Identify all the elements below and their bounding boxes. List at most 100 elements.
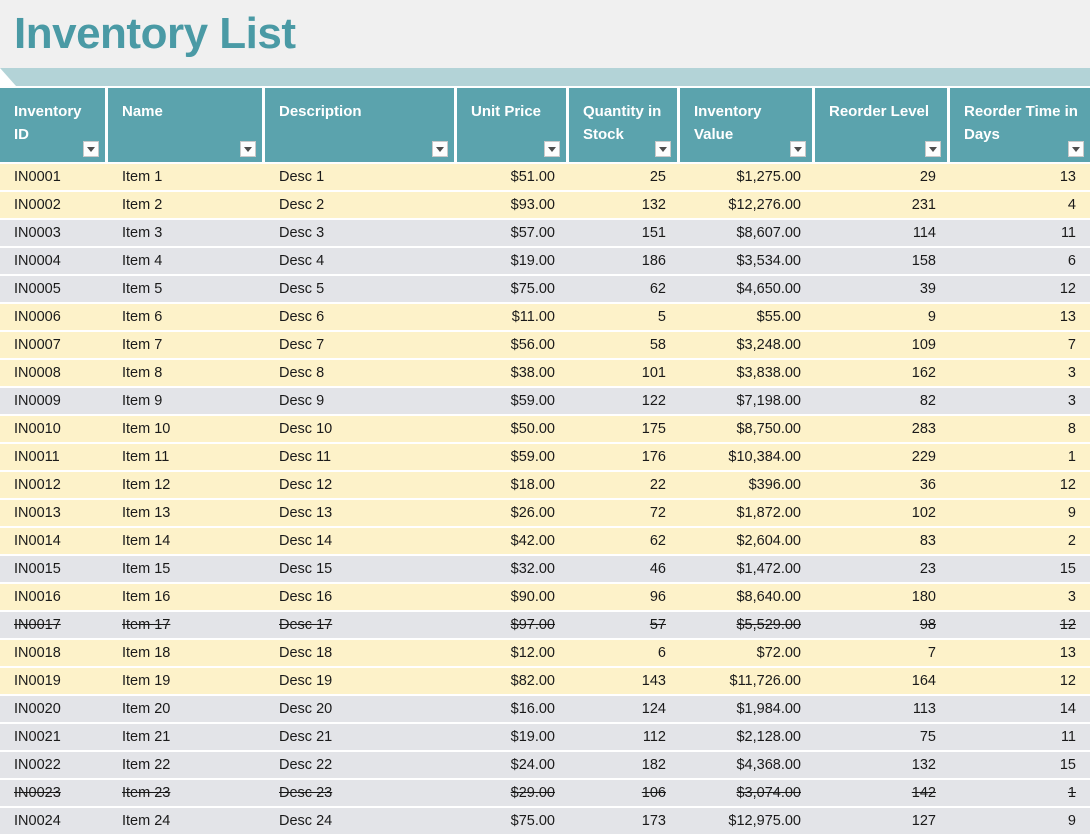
cell-reorder-days[interactable]: 12	[950, 276, 1090, 304]
table-row[interactable]: IN0019Item 19Desc 19$82.00143$11,726.001…	[0, 668, 1090, 696]
cell-unit-price[interactable]: $11.00	[457, 304, 569, 332]
cell-description[interactable]: Desc 21	[265, 724, 457, 752]
table-row[interactable]: IN0011Item 11Desc 11$59.00176$10,384.002…	[0, 444, 1090, 472]
cell-unit-price[interactable]: $26.00	[457, 500, 569, 528]
cell-inventory-value[interactable]: $396.00	[680, 472, 815, 500]
cell-description[interactable]: Desc 4	[265, 248, 457, 276]
cell-reorder-level[interactable]: 180	[815, 584, 950, 612]
column-header-reorder-days[interactable]: Reorder Time in Days	[950, 88, 1090, 164]
table-row[interactable]: IN0021Item 21Desc 21$19.00112$2,128.0075…	[0, 724, 1090, 752]
cell-quantity[interactable]: 72	[569, 500, 680, 528]
cell-inventory-value[interactable]: $1,275.00	[680, 164, 815, 192]
cell-quantity[interactable]: 46	[569, 556, 680, 584]
cell-quantity[interactable]: 112	[569, 724, 680, 752]
cell-unit-price[interactable]: $38.00	[457, 360, 569, 388]
column-header-unit-price[interactable]: Unit Price	[457, 88, 569, 164]
cell-quantity[interactable]: 151	[569, 220, 680, 248]
cell-description[interactable]: Desc 17	[265, 612, 457, 640]
cell-unit-price[interactable]: $82.00	[457, 668, 569, 696]
cell-reorder-days[interactable]: 12	[950, 472, 1090, 500]
cell-inventory-value[interactable]: $3,838.00	[680, 360, 815, 388]
cell-description[interactable]: Desc 15	[265, 556, 457, 584]
cell-quantity[interactable]: 106	[569, 780, 680, 808]
cell-inventory-value[interactable]: $4,650.00	[680, 276, 815, 304]
cell-inventory-value[interactable]: $1,472.00	[680, 556, 815, 584]
table-row[interactable]: IN0014Item 14Desc 14$42.0062$2,604.00832	[0, 528, 1090, 556]
cell-reorder-days[interactable]: 13	[950, 164, 1090, 192]
cell-name[interactable]: Item 22	[108, 752, 265, 780]
cell-inventory-value[interactable]: $4,368.00	[680, 752, 815, 780]
cell-inventory-id[interactable]: IN0023	[0, 780, 108, 808]
filter-chevron-down-icon[interactable]	[655, 141, 671, 157]
cell-inventory-id[interactable]: IN0018	[0, 640, 108, 668]
cell-description[interactable]: Desc 18	[265, 640, 457, 668]
cell-reorder-level[interactable]: 162	[815, 360, 950, 388]
cell-quantity[interactable]: 58	[569, 332, 680, 360]
cell-description[interactable]: Desc 6	[265, 304, 457, 332]
cell-quantity[interactable]: 173	[569, 808, 680, 836]
cell-quantity[interactable]: 175	[569, 416, 680, 444]
cell-reorder-days[interactable]: 11	[950, 220, 1090, 248]
table-row[interactable]: IN0009Item 9Desc 9$59.00122$7,198.00823	[0, 388, 1090, 416]
cell-inventory-value[interactable]: $2,128.00	[680, 724, 815, 752]
cell-reorder-days[interactable]: 1	[950, 444, 1090, 472]
cell-description[interactable]: Desc 5	[265, 276, 457, 304]
cell-unit-price[interactable]: $32.00	[457, 556, 569, 584]
cell-reorder-level[interactable]: 113	[815, 696, 950, 724]
cell-quantity[interactable]: 176	[569, 444, 680, 472]
table-row[interactable]: IN0006Item 6Desc 6$11.005$55.00913	[0, 304, 1090, 332]
cell-inventory-id[interactable]: IN0005	[0, 276, 108, 304]
cell-description[interactable]: Desc 14	[265, 528, 457, 556]
table-row[interactable]: IN0007Item 7Desc 7$56.0058$3,248.001097	[0, 332, 1090, 360]
cell-reorder-days[interactable]: 8	[950, 416, 1090, 444]
cell-description[interactable]: Desc 11	[265, 444, 457, 472]
cell-inventory-value[interactable]: $8,607.00	[680, 220, 815, 248]
cell-inventory-value[interactable]: $55.00	[680, 304, 815, 332]
filter-chevron-down-icon[interactable]	[83, 141, 99, 157]
cell-reorder-days[interactable]: 14	[950, 696, 1090, 724]
cell-description[interactable]: Desc 20	[265, 696, 457, 724]
cell-quantity[interactable]: 124	[569, 696, 680, 724]
cell-quantity[interactable]: 122	[569, 388, 680, 416]
cell-inventory-value[interactable]: $10,384.00	[680, 444, 815, 472]
cell-description[interactable]: Desc 2	[265, 192, 457, 220]
cell-inventory-id[interactable]: IN0002	[0, 192, 108, 220]
cell-reorder-level[interactable]: 82	[815, 388, 950, 416]
cell-quantity[interactable]: 186	[569, 248, 680, 276]
cell-inventory-value[interactable]: $3,074.00	[680, 780, 815, 808]
cell-unit-price[interactable]: $42.00	[457, 528, 569, 556]
cell-reorder-days[interactable]: 3	[950, 360, 1090, 388]
cell-name[interactable]: Item 7	[108, 332, 265, 360]
cell-reorder-level[interactable]: 231	[815, 192, 950, 220]
cell-reorder-days[interactable]: 4	[950, 192, 1090, 220]
cell-inventory-id[interactable]: IN0014	[0, 528, 108, 556]
cell-unit-price[interactable]: $75.00	[457, 276, 569, 304]
cell-inventory-id[interactable]: IN0017	[0, 612, 108, 640]
cell-unit-price[interactable]: $19.00	[457, 248, 569, 276]
cell-inventory-value[interactable]: $72.00	[680, 640, 815, 668]
cell-inventory-value[interactable]: $3,534.00	[680, 248, 815, 276]
cell-inventory-value[interactable]: $1,872.00	[680, 500, 815, 528]
cell-unit-price[interactable]: $19.00	[457, 724, 569, 752]
cell-inventory-id[interactable]: IN0013	[0, 500, 108, 528]
cell-name[interactable]: Item 8	[108, 360, 265, 388]
cell-name[interactable]: Item 18	[108, 640, 265, 668]
cell-inventory-id[interactable]: IN0007	[0, 332, 108, 360]
cell-unit-price[interactable]: $57.00	[457, 220, 569, 248]
cell-reorder-level[interactable]: 83	[815, 528, 950, 556]
cell-name[interactable]: Item 10	[108, 416, 265, 444]
table-row[interactable]: IN0003Item 3Desc 3$57.00151$8,607.001141…	[0, 220, 1090, 248]
cell-reorder-days[interactable]: 11	[950, 724, 1090, 752]
cell-unit-price[interactable]: $90.00	[457, 584, 569, 612]
cell-description[interactable]: Desc 23	[265, 780, 457, 808]
cell-reorder-days[interactable]: 15	[950, 556, 1090, 584]
cell-quantity[interactable]: 62	[569, 528, 680, 556]
table-row[interactable]: IN0023Item 23Desc 23$29.00106$3,074.0014…	[0, 780, 1090, 808]
cell-inventory-id[interactable]: IN0004	[0, 248, 108, 276]
cell-name[interactable]: Item 9	[108, 388, 265, 416]
cell-inventory-id[interactable]: IN0015	[0, 556, 108, 584]
cell-reorder-days[interactable]: 13	[950, 304, 1090, 332]
cell-reorder-level[interactable]: 75	[815, 724, 950, 752]
cell-description[interactable]: Desc 12	[265, 472, 457, 500]
cell-name[interactable]: Item 2	[108, 192, 265, 220]
